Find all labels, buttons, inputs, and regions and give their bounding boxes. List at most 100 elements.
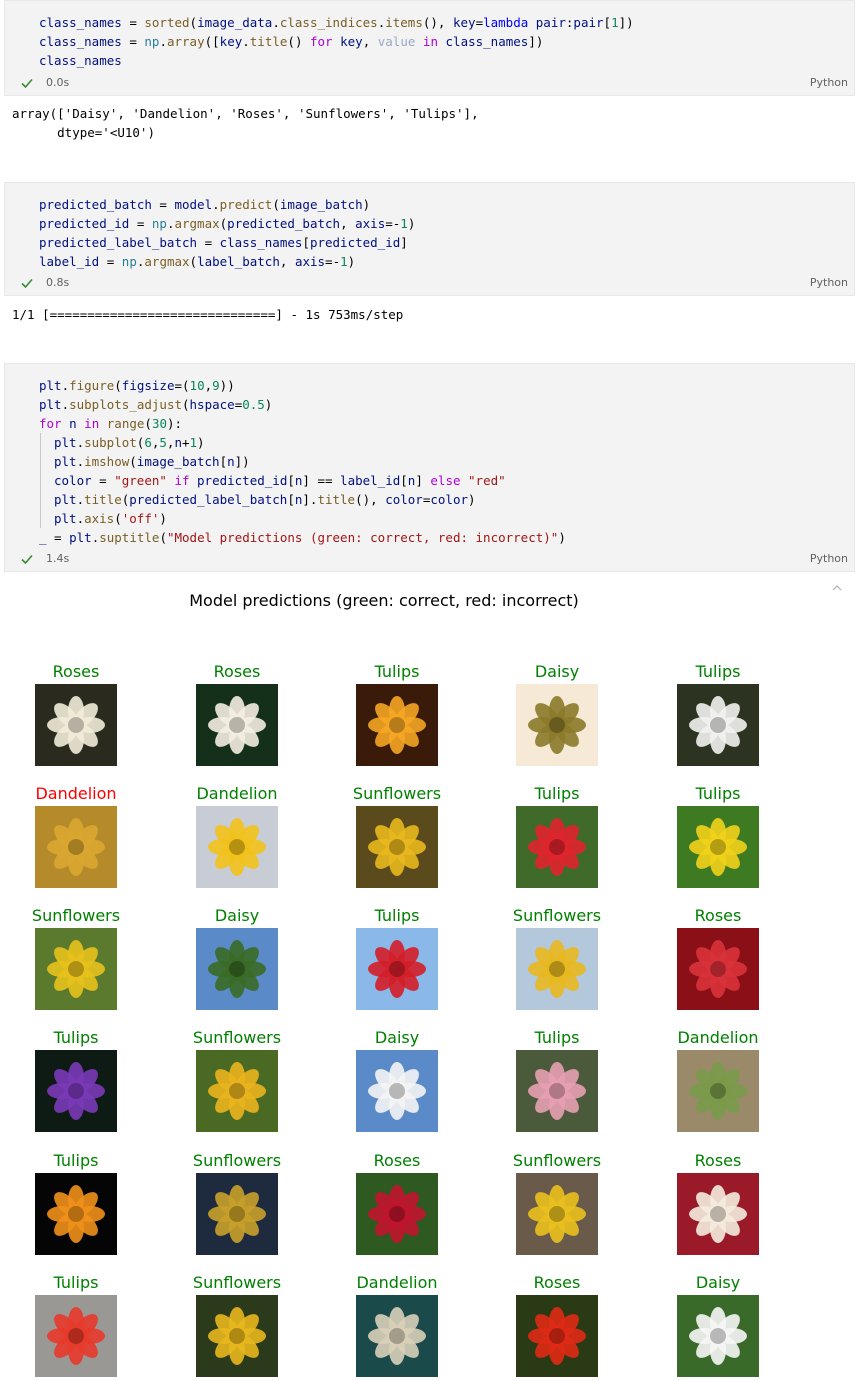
code-editor[interactable]: class_names = sorted(image_data.class_in… bbox=[5, 1, 854, 70]
code-cell-3[interactable]: plt.figure(figsize=(10,9)) plt.subplots_… bbox=[4, 363, 855, 572]
flower-photo bbox=[356, 928, 438, 1010]
subplot-title: Dandelion bbox=[677, 1028, 759, 1047]
flower-image bbox=[196, 1050, 278, 1132]
subplot-title: Tulips bbox=[374, 662, 420, 681]
execution-time: 0.0s bbox=[46, 76, 70, 89]
subplot-title: Roses bbox=[533, 1273, 581, 1292]
subplot-title: Sunflowers bbox=[192, 1151, 282, 1170]
subplot-title: Sunflowers bbox=[192, 1028, 282, 1047]
subplot-title: Sunflowers bbox=[352, 784, 442, 803]
subplot-title: Tulips bbox=[534, 784, 580, 803]
language-label[interactable]: Python bbox=[810, 552, 848, 565]
checkmark-icon bbox=[21, 278, 33, 289]
code-editor[interactable]: predicted_batch = model.predict(image_ba… bbox=[5, 183, 854, 271]
subplot-title: Daisy bbox=[374, 1028, 420, 1047]
flower-photo bbox=[677, 1295, 759, 1377]
flower-photo bbox=[196, 1050, 278, 1132]
subplot-title: Sunflowers bbox=[512, 1151, 602, 1170]
flower-photo bbox=[516, 806, 598, 888]
code-editor[interactable]: plt.figure(figsize=(10,9)) plt.subplots_… bbox=[5, 364, 854, 547]
flower-photo bbox=[356, 1050, 438, 1132]
flower-photo bbox=[196, 1295, 278, 1377]
cell-output-2: 1/1 [==============================] - 1… bbox=[12, 305, 403, 324]
flower-photo bbox=[35, 1173, 117, 1255]
flower-image bbox=[677, 806, 759, 888]
flower-image bbox=[516, 684, 598, 766]
flower-photo bbox=[35, 1295, 117, 1377]
flower-image bbox=[516, 806, 598, 888]
subplot-title: Roses bbox=[52, 662, 100, 681]
flower-photo bbox=[356, 806, 438, 888]
subplot-title: Roses bbox=[694, 906, 742, 925]
output-line: 1/1 [==============================] - 1… bbox=[12, 307, 404, 322]
code-cell-2[interactable]: predicted_batch = model.predict(image_ba… bbox=[4, 182, 855, 296]
flower-image bbox=[677, 684, 759, 766]
subplot-title: Dandelion bbox=[196, 784, 278, 803]
subplot-title: Tulips bbox=[534, 1028, 580, 1047]
flower-image bbox=[196, 928, 278, 1010]
subplot-title: Roses bbox=[373, 1151, 421, 1170]
flower-image bbox=[35, 806, 117, 888]
subplot-title: Sunflowers bbox=[512, 906, 602, 925]
subplot-title: Tulips bbox=[695, 784, 741, 803]
flower-image bbox=[196, 684, 278, 766]
cell-status-bar: 1.4s Python bbox=[5, 549, 854, 571]
language-label[interactable]: Python bbox=[810, 76, 848, 89]
flower-photo bbox=[516, 684, 598, 766]
language-label[interactable]: Python bbox=[810, 276, 848, 289]
output-line: dtype='<U10') bbox=[12, 125, 155, 140]
flower-photo bbox=[516, 1173, 598, 1255]
flower-photo bbox=[196, 1173, 278, 1255]
subplot-title: Sunflowers bbox=[192, 1273, 282, 1292]
subplot-title: Roses bbox=[694, 1151, 742, 1170]
flower-image bbox=[356, 928, 438, 1010]
subplot-title: Tulips bbox=[53, 1151, 99, 1170]
subplot-title: Daisy bbox=[695, 1273, 741, 1292]
execution-time: 1.4s bbox=[46, 552, 70, 565]
subplot-title: Dandelion bbox=[35, 784, 117, 803]
flower-image bbox=[356, 1050, 438, 1132]
flower-photo bbox=[516, 1295, 598, 1377]
cell-status-bar: 0.0s Python bbox=[5, 73, 854, 95]
subplot-title: Tulips bbox=[53, 1028, 99, 1047]
flower-image bbox=[677, 1173, 759, 1255]
subplot-title: Dandelion bbox=[356, 1273, 438, 1292]
flower-photo bbox=[35, 928, 117, 1010]
scroll-up-icon[interactable] bbox=[832, 584, 842, 592]
cell-status-bar: 0.8s Python bbox=[5, 273, 854, 295]
flower-image bbox=[196, 806, 278, 888]
flower-image bbox=[677, 1050, 759, 1132]
flower-image bbox=[35, 1173, 117, 1255]
flower-photo bbox=[35, 806, 117, 888]
flower-image bbox=[677, 1295, 759, 1377]
flower-image bbox=[677, 928, 759, 1010]
cell-output-1: array(['Daisy', 'Dandelion', 'Roses', 'S… bbox=[12, 104, 479, 142]
checkmark-icon bbox=[21, 78, 33, 89]
flower-image bbox=[356, 684, 438, 766]
flower-photo bbox=[196, 684, 278, 766]
subplot-title: Roses bbox=[213, 662, 261, 681]
flower-image bbox=[356, 806, 438, 888]
checkmark-icon bbox=[21, 554, 33, 565]
flower-image bbox=[35, 684, 117, 766]
flower-photo bbox=[356, 1173, 438, 1255]
execution-time: 0.8s bbox=[46, 276, 70, 289]
flower-image bbox=[196, 1295, 278, 1377]
flower-photo bbox=[516, 1050, 598, 1132]
subplot-title: Sunflowers bbox=[31, 906, 121, 925]
flower-photo bbox=[516, 928, 598, 1010]
subplot-title: Tulips bbox=[53, 1273, 99, 1292]
flower-image bbox=[356, 1173, 438, 1255]
flower-image bbox=[516, 1050, 598, 1132]
code-cell-1[interactable]: class_names = sorted(image_data.class_in… bbox=[4, 0, 855, 96]
flower-photo bbox=[677, 806, 759, 888]
flower-photo bbox=[677, 1050, 759, 1132]
flower-photo bbox=[677, 928, 759, 1010]
flower-photo bbox=[677, 684, 759, 766]
flower-image bbox=[196, 1173, 278, 1255]
flower-image bbox=[35, 1050, 117, 1132]
flower-photo bbox=[356, 684, 438, 766]
figure-suptitle: Model predictions (green: correct, red: … bbox=[189, 591, 579, 610]
flower-photo bbox=[356, 1295, 438, 1377]
subplot-title: Tulips bbox=[695, 662, 741, 681]
